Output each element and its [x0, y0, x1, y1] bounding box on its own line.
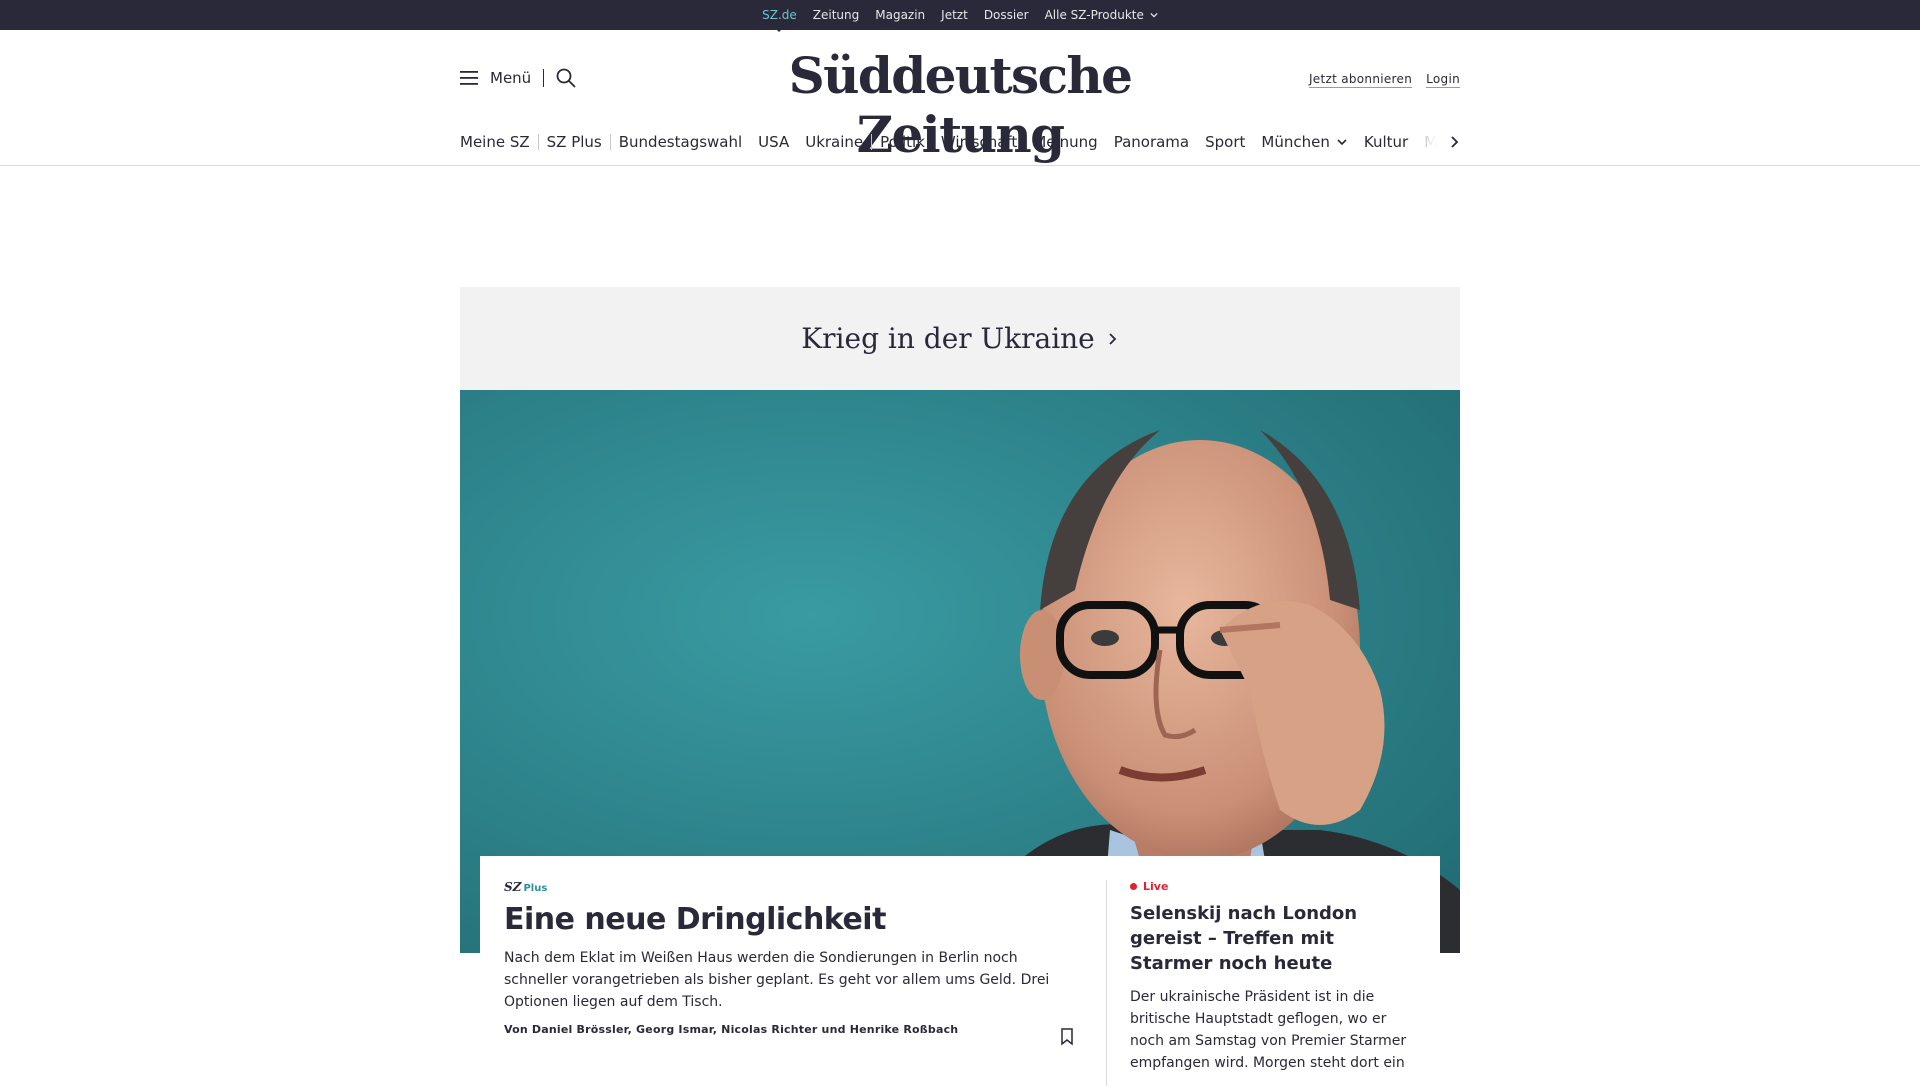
account-links: Jetzt abonnieren Login	[1308, 72, 1460, 88]
menu-label: Menü	[490, 69, 532, 87]
sz-plus-badge: SZ Plus	[504, 880, 1074, 894]
lead-article-title[interactable]: Eine neue Dringlichkeit	[504, 902, 1074, 937]
site-header: Menü Süddeutsche Zeitung Jetzt abonniere…	[0, 30, 1920, 166]
chevron-right-icon	[1451, 136, 1459, 148]
product-link-zeitung[interactable]: Zeitung	[813, 8, 859, 22]
nav-item-sport[interactable]: Sport	[1197, 133, 1253, 151]
nav-item-ukraine[interactable]: Ukraine	[797, 133, 871, 151]
search-icon	[556, 68, 576, 88]
nav-item-meine-sz[interactable]: Meine SZ	[460, 133, 538, 151]
top-product-bar: SZ.de Zeitung Magazin Jetzt Dossier Alle…	[0, 0, 1920, 30]
product-link-magazin[interactable]: Magazin	[875, 8, 925, 22]
menu-area: Menü	[460, 68, 576, 88]
chevron-right-icon	[1109, 332, 1117, 345]
chevron-down-icon	[1337, 139, 1347, 146]
lead-article-teaser: Nach dem Eklat im Weißen Haus werden die…	[504, 950, 1050, 1010]
subscribe-link[interactable]: Jetzt abonnieren	[1308, 72, 1413, 88]
nav-item-meinung[interactable]: Meinung	[1025, 133, 1105, 151]
sz-plus-badge-plus: Plus	[523, 883, 548, 894]
live-article-title[interactable]: Selenskij nach London gereist – Treffen …	[1130, 901, 1420, 976]
sz-plus-badge-sz: SZ	[504, 880, 522, 894]
nav-item-wirtschaft[interactable]: Wirtschaft	[933, 133, 1025, 151]
product-link-jetzt[interactable]: Jetzt	[941, 8, 968, 22]
live-badge-label: Live	[1143, 880, 1169, 893]
nav-item-sz-plus[interactable]: SZ Plus	[539, 133, 610, 151]
nav-item-bundestagswahl[interactable]: Bundestagswahl	[611, 133, 750, 151]
topic-banner-ukraine[interactable]: Krieg in der Ukraine	[460, 287, 1460, 390]
menu-button[interactable]: Menü	[460, 69, 531, 87]
live-badge: Live	[1130, 880, 1420, 893]
bookmark-button[interactable]	[1060, 1028, 1074, 1050]
all-products-dropdown[interactable]: Alle SZ-Produkte	[1045, 8, 1158, 22]
product-link-szde[interactable]: SZ.de	[762, 8, 797, 22]
live-article-teaser: Der ukrainische Präsident ist in die bri…	[1130, 989, 1407, 1071]
topic-banner-title: Krieg in der Ukraine	[801, 322, 1095, 355]
lead-article-authors: Von Daniel Brössler, Georg Ismar, Nicola…	[504, 1023, 959, 1036]
nav-scroll-right-button[interactable]	[1420, 130, 1460, 154]
all-products-label: Alle SZ-Produkte	[1044, 8, 1144, 22]
bookmark-icon	[1061, 1028, 1073, 1046]
live-article[interactable]: Live Selenskij nach London gereist – Tre…	[1130, 880, 1420, 1074]
product-link-dossier[interactable]: Dossier	[984, 8, 1029, 22]
nav-item-politik[interactable]: Politik	[872, 133, 933, 151]
nav-item-panorama[interactable]: Panorama	[1106, 133, 1197, 151]
nav-item-usa[interactable]: USA	[750, 133, 797, 151]
hamburger-icon	[460, 71, 478, 85]
live-dot-icon	[1130, 883, 1137, 890]
nav-item-muenchen-label: München	[1261, 133, 1330, 151]
chevron-down-icon	[1150, 12, 1158, 18]
main-navigation: Meine SZ SZ Plus Bundestagswahl USA Ukra…	[460, 130, 1460, 154]
nav-item-muenchen[interactable]: München	[1253, 133, 1355, 151]
teaser-divider	[1106, 880, 1107, 1086]
menu-divider	[543, 69, 545, 87]
lead-article[interactable]: SZ Plus Eine neue Dringlichkeit Nach dem…	[504, 880, 1074, 1036]
search-button[interactable]	[556, 68, 576, 88]
product-links: SZ.de Zeitung Magazin Jetzt Dossier Alle…	[762, 8, 1158, 22]
login-link[interactable]: Login	[1426, 72, 1460, 88]
nav-item-kultur[interactable]: Kultur	[1356, 133, 1416, 151]
lead-teaser-card: SZ Plus Eine neue Dringlichkeit Nach dem…	[480, 856, 1440, 1086]
